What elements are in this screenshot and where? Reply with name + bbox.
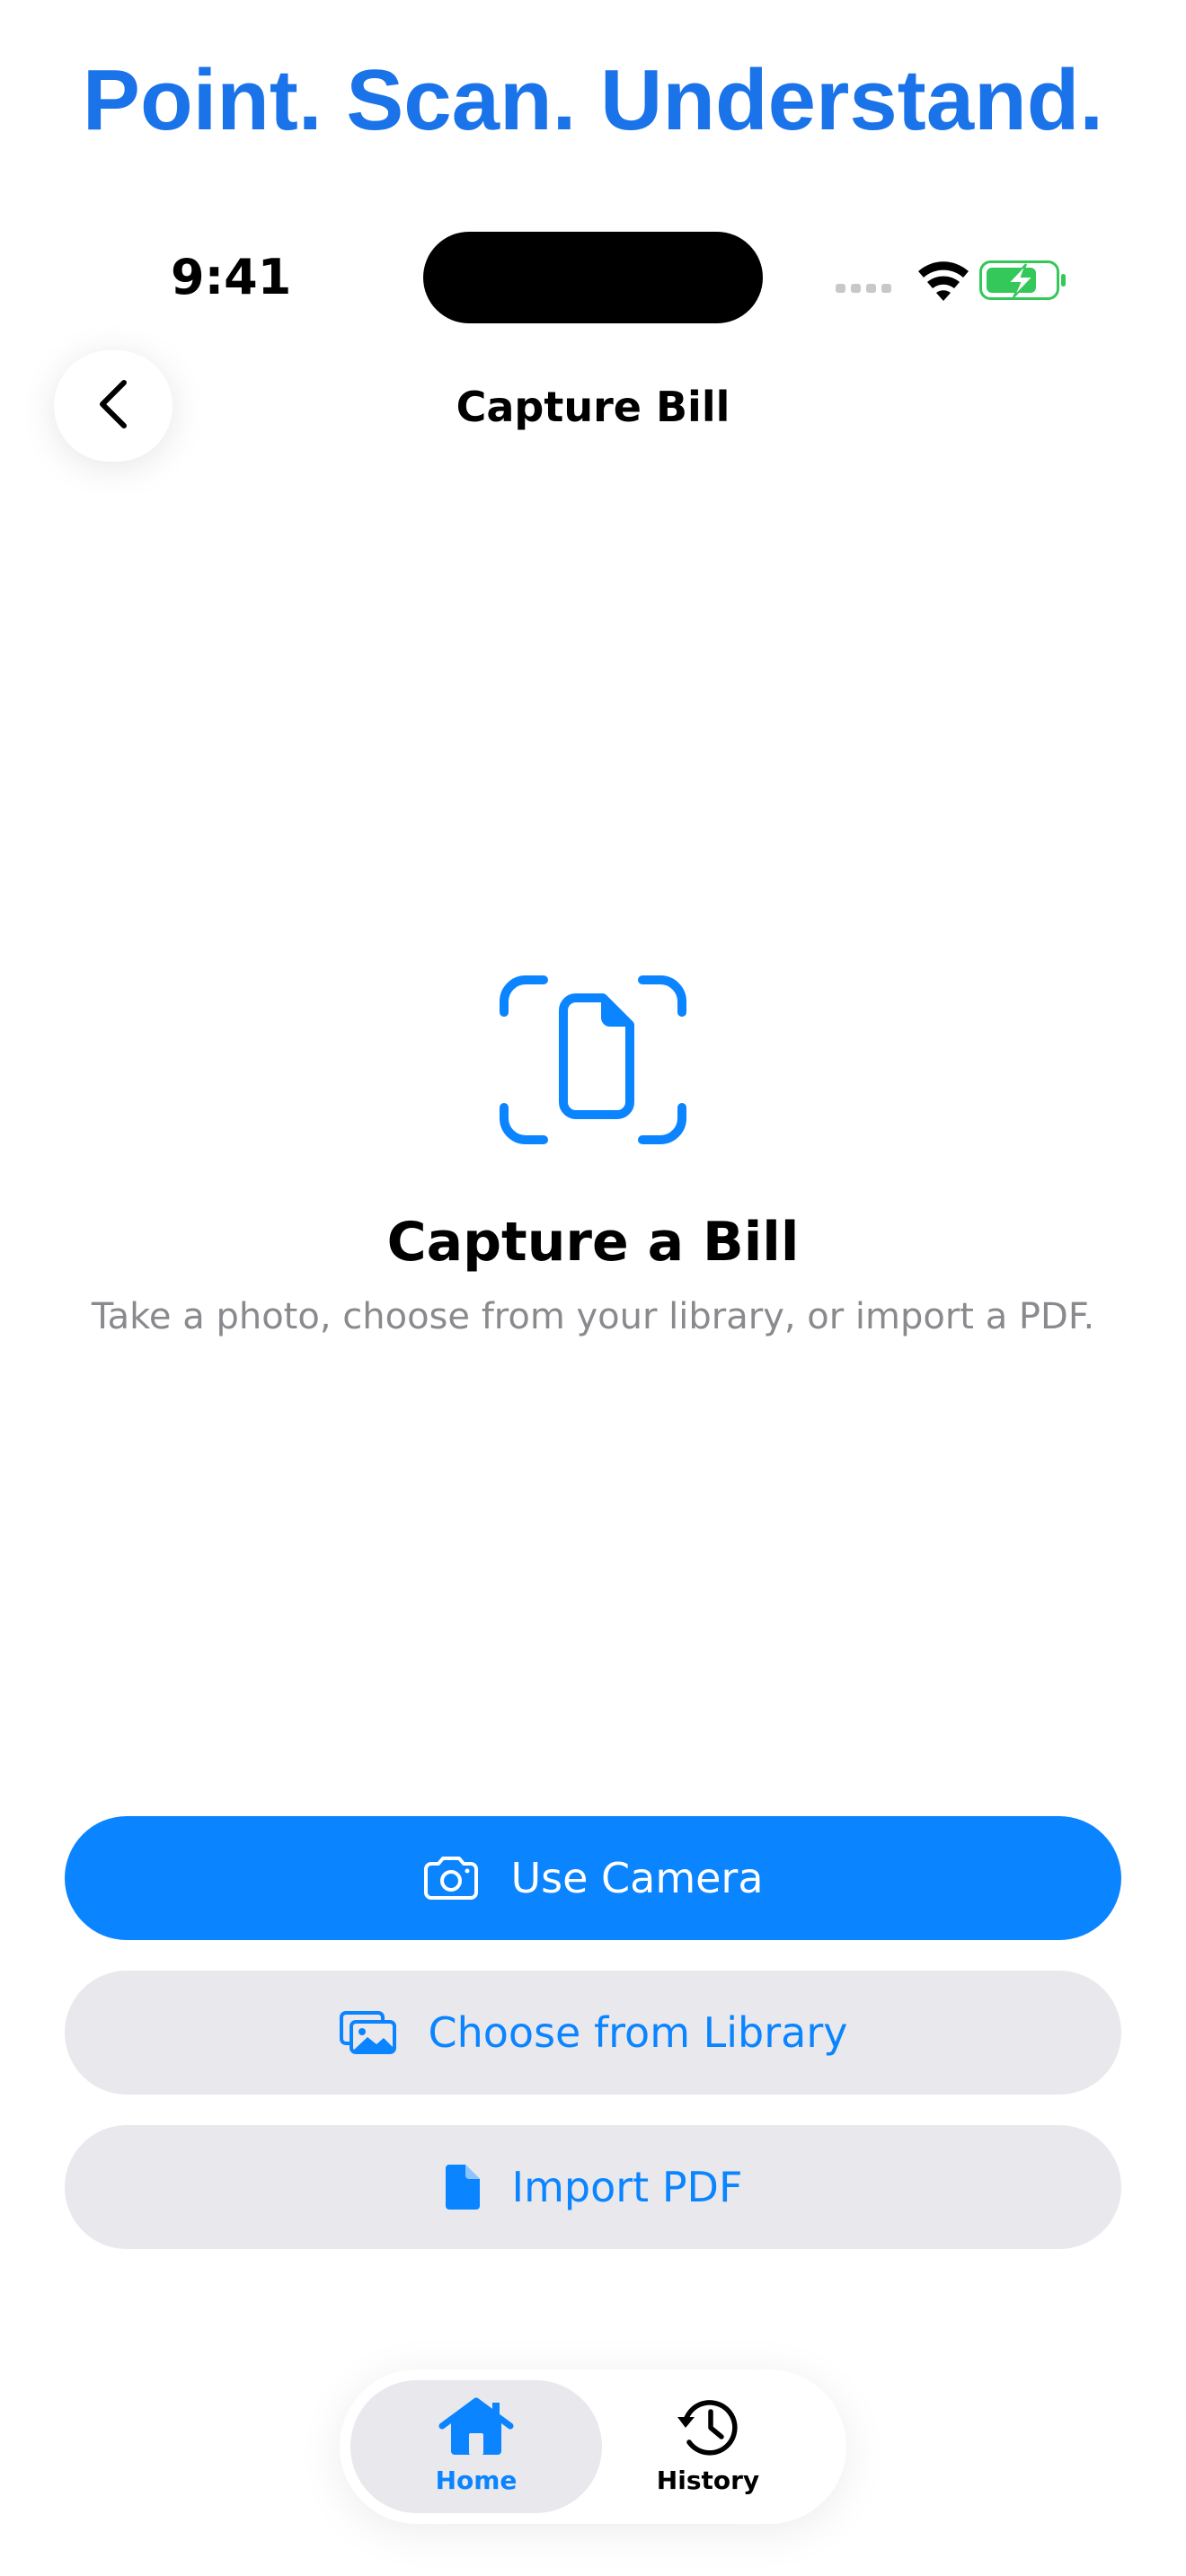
tab-home[interactable]: Home — [350, 2380, 602, 2513]
tab-bar: Home History — [340, 2369, 846, 2524]
tab-home-label: Home — [435, 2465, 518, 2495]
nav-title: Capture Bill — [456, 383, 730, 431]
marketing-headline: Point. Scan. Understand. — [82, 52, 1104, 148]
use-camera-label: Use Camera — [510, 1854, 764, 1902]
tab-history-label: History — [656, 2465, 760, 2495]
signal-icon — [836, 284, 891, 293]
clock-history-icon — [675, 2397, 741, 2461]
hero-subtitle: Take a photo, choose from your library, … — [91, 1296, 1095, 1337]
battery-charging-icon — [979, 260, 1066, 300]
status-icons — [836, 255, 1087, 305]
choose-from-library-label: Choose from Library — [428, 2008, 848, 2057]
document-icon — [444, 2163, 482, 2211]
camera-icon — [422, 1857, 480, 1900]
screen: Point. Scan. Understand. 9:41 Capture Bi… — [0, 0, 1186, 2576]
import-pdf-label: Import PDF — [511, 2163, 743, 2211]
dynamic-island — [423, 232, 763, 323]
tab-history[interactable]: History — [582, 2380, 834, 2513]
choose-from-library-button[interactable]: Choose from Library — [65, 1971, 1121, 2095]
wifi-icon — [918, 261, 969, 301]
hero-title: Capture a Bill — [386, 1211, 800, 1274]
house-icon — [438, 2397, 514, 2461]
document-scan-icon — [499, 975, 687, 1145]
import-pdf-button[interactable]: Import PDF — [65, 2125, 1121, 2249]
photo-library-icon — [339, 2010, 398, 2055]
status-time: 9:41 — [171, 249, 292, 305]
use-camera-button[interactable]: Use Camera — [65, 1816, 1121, 1940]
